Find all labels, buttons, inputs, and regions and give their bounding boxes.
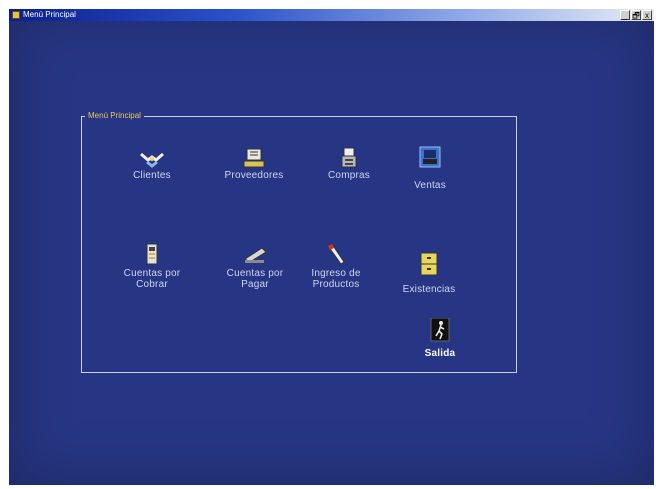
menu-item-ingreso-de-productos[interactable]: Ingreso de Productos — [299, 242, 373, 290]
menu-item-label: Compras — [328, 170, 370, 181]
menu-item-existencias[interactable]: Existencias — [389, 252, 469, 295]
close-button[interactable]: x — [642, 10, 652, 20]
accounts-receivable-icon — [139, 242, 165, 266]
cash-register-icon — [241, 146, 267, 170]
handshake-icon — [139, 146, 165, 170]
menu-item-label: Cuentas por Pagar — [226, 268, 284, 290]
menu-item-label: Ventas — [414, 180, 446, 191]
printer-receipt-icon — [336, 146, 362, 170]
menu-item-cuentas-por-pagar[interactable]: Cuentas por Pagar — [218, 242, 292, 290]
restore-button[interactable]: 🗗 — [631, 10, 641, 20]
menu-item-label: Salida — [424, 348, 456, 359]
main-window: Menú Principal _ 🗗 x Menú Principal Clie… — [9, 9, 654, 485]
menu-item-ventas[interactable]: Ventas — [400, 146, 460, 191]
sales-terminal-icon — [417, 146, 443, 170]
menu-item-label: Proveedores — [224, 170, 284, 181]
menu-item-label: Cuentas por Cobrar — [123, 268, 181, 290]
menu-item-label: Existencias — [402, 284, 456, 295]
window-controls: _ 🗗 x — [620, 10, 652, 20]
menu-item-cuentas-por-cobrar[interactable]: Cuentas por Cobrar — [115, 242, 189, 290]
menu-item-label: Ingreso de Productos — [311, 268, 361, 290]
menu-item-clientes[interactable]: Clientes — [117, 146, 187, 181]
minimize-button[interactable]: _ — [620, 10, 630, 20]
stapler-icon — [242, 242, 268, 266]
window-title: Menú Principal — [23, 10, 76, 19]
menu-item-compras[interactable]: Compras — [319, 146, 379, 181]
menu-item-proveedores[interactable]: Proveedores — [214, 146, 294, 181]
menu-item-label: Clientes — [133, 170, 171, 181]
menu-item-salida[interactable]: Salida — [410, 318, 470, 359]
pen-icon — [323, 242, 349, 266]
app-icon — [12, 11, 20, 19]
file-cabinet-icon — [416, 252, 442, 276]
frame-legend: Menú Principal — [85, 110, 144, 122]
title-bar[interactable]: Menú Principal _ 🗗 x — [9, 9, 654, 21]
exit-icon — [427, 318, 453, 342]
